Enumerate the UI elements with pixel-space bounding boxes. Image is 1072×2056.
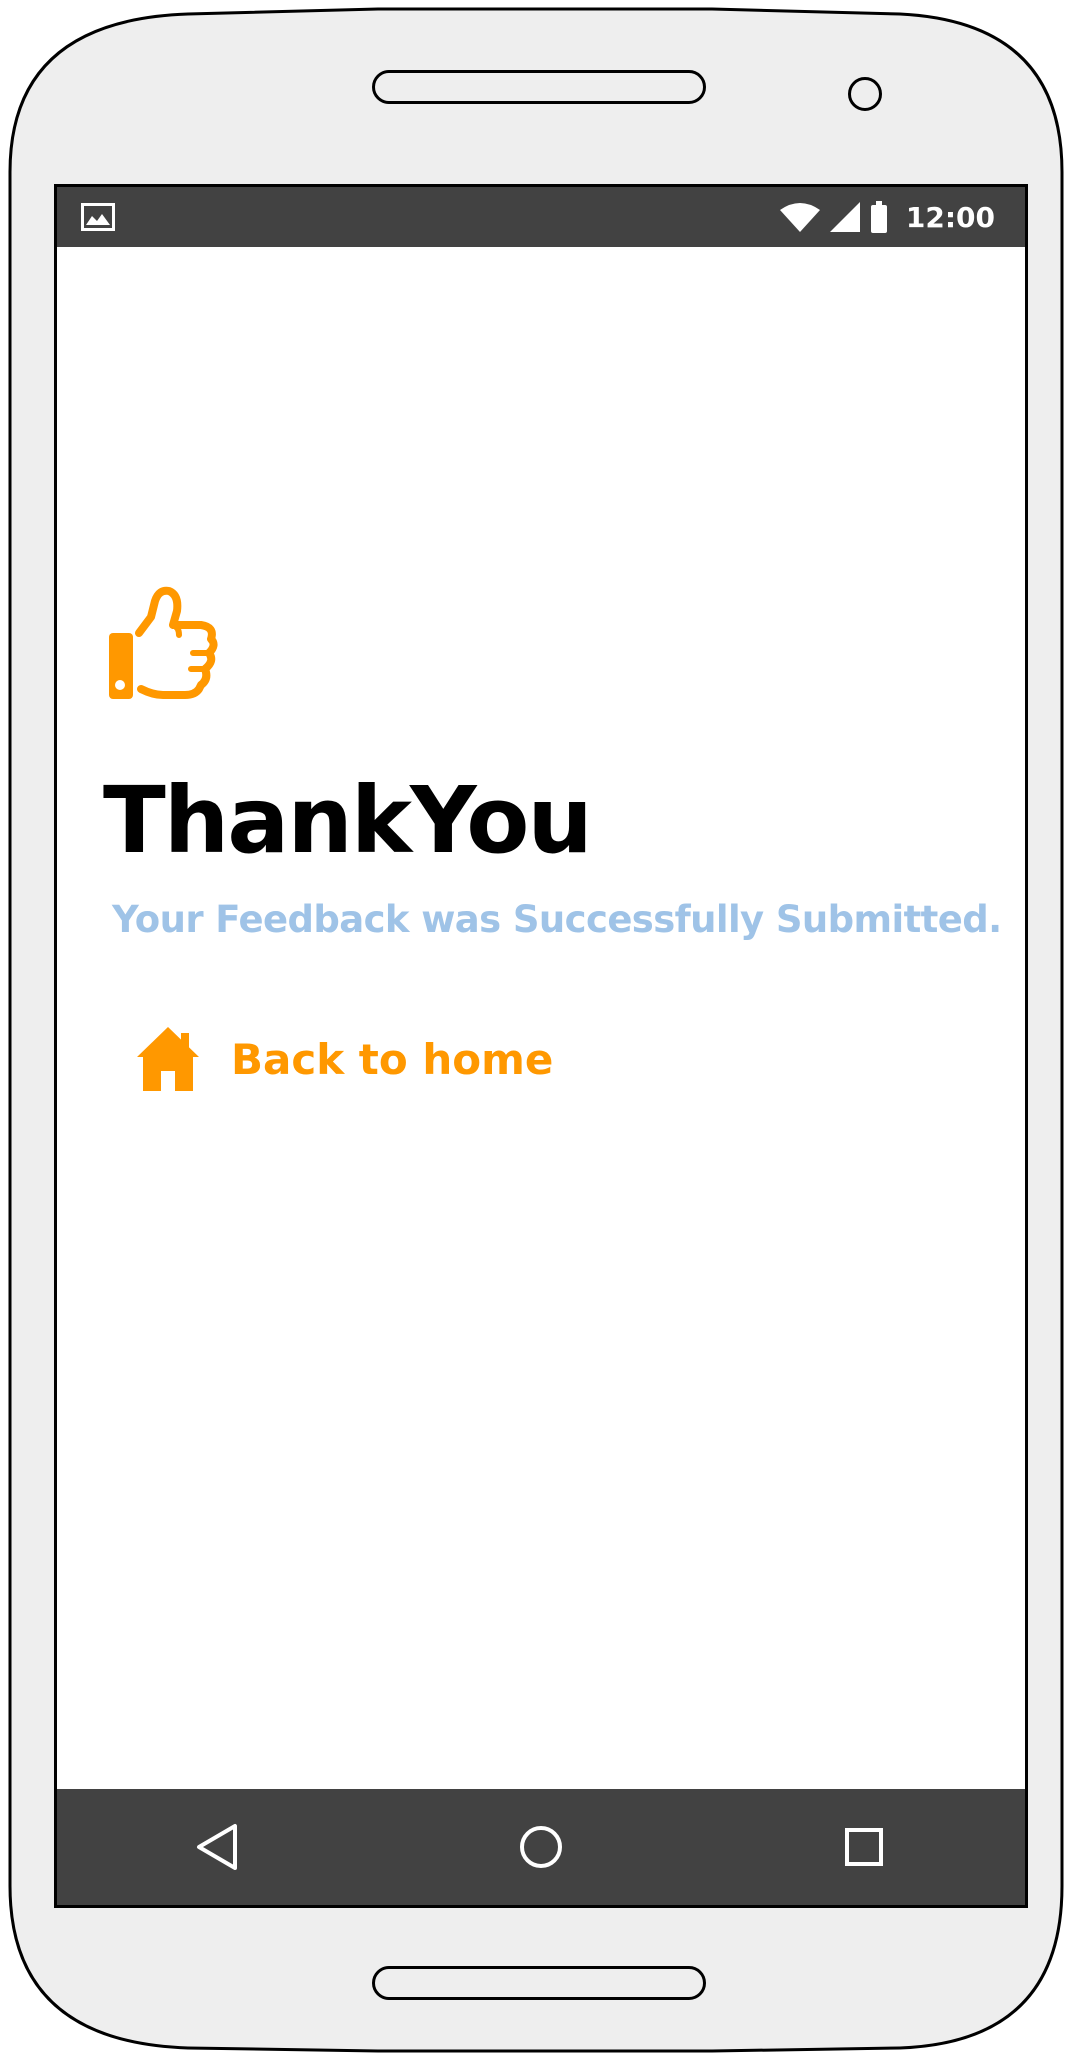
image-icon (81, 203, 115, 231)
phone-screen: 12:00 ThankYou Your Feedback was Success… (54, 184, 1028, 1908)
status-bar: 12:00 (57, 187, 1025, 247)
navigation-bar (57, 1789, 1025, 1905)
phone-device: 12:00 ThankYou Your Feedback was Success… (0, 0, 1072, 2056)
home-circle-icon (519, 1826, 562, 1868)
nav-recents-button[interactable] (824, 1807, 904, 1887)
nav-back-button[interactable] (178, 1807, 258, 1887)
thumbs-up-icon (109, 586, 218, 699)
bottom-speaker (372, 1966, 706, 2000)
recents-icon (844, 1828, 883, 1866)
back-icon (197, 1824, 238, 1870)
nav-home-button[interactable] (501, 1807, 581, 1887)
success-message: Your Feedback was Successfully Submitted… (112, 898, 1002, 941)
wifi-icon (779, 203, 820, 232)
back-to-home-link[interactable]: Back to home (135, 1025, 553, 1093)
signal-icon (829, 202, 860, 232)
back-to-home-label: Back to home (231, 1034, 554, 1084)
page-title: ThankYou (103, 767, 593, 874)
battery-icon (870, 201, 887, 233)
front-camera (848, 77, 882, 111)
top-speaker (372, 70, 706, 104)
status-time: 12:00 (905, 200, 995, 234)
home-icon (137, 1027, 199, 1091)
status-indicators: 12:00 (779, 187, 995, 247)
